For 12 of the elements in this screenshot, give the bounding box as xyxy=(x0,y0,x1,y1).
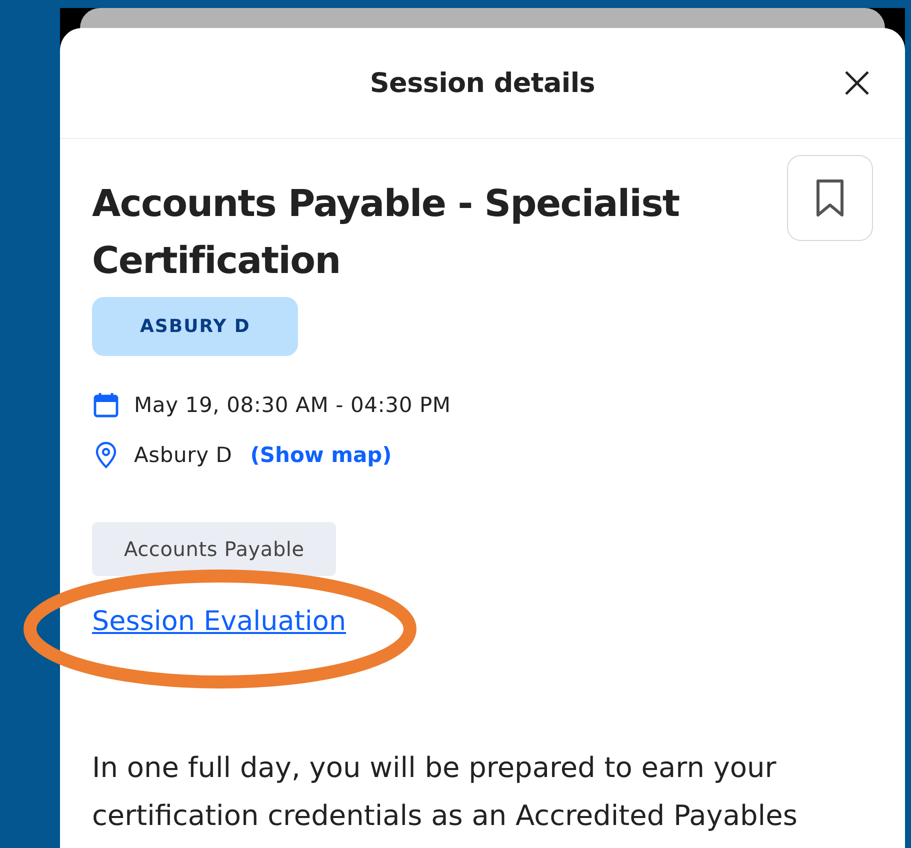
session-description: In one full day, you will be prepared to earn your certification credentials as an Accredited Payables xyxy=(92,750,798,834)
show-map-link[interactable]: (Show map) xyxy=(250,443,392,467)
room-badge: ASBURY D xyxy=(92,297,298,356)
session-title: Accounts Payable - Specialist Certification xyxy=(92,181,680,284)
session-evaluation-link[interactable]: Session Evaluation xyxy=(92,606,346,637)
session-location: Asbury D xyxy=(134,443,232,467)
calendar-icon xyxy=(92,391,120,419)
sheet-title: Session details xyxy=(370,68,596,98)
session-datetime: May 19, 08:30 AM - 04:30 PM xyxy=(134,393,451,417)
topic-tag[interactable]: Accounts Payable xyxy=(92,522,336,576)
close-icon[interactable] xyxy=(843,69,871,97)
bookmark-button[interactable] xyxy=(787,155,873,241)
